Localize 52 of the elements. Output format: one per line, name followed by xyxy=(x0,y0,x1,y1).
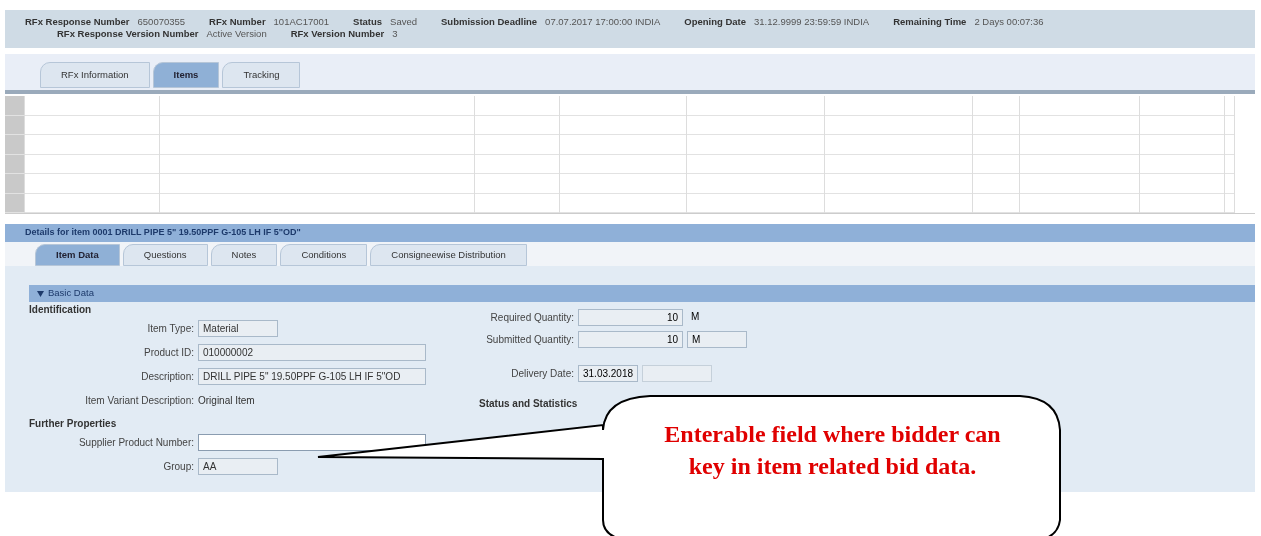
field-label: Item Type: xyxy=(146,321,194,336)
section-header[interactable]: Basic Data xyxy=(29,285,1255,302)
unit-field: M xyxy=(687,308,704,326)
tab[interactable]: Items xyxy=(152,62,220,88)
header-label: Remaining Time xyxy=(893,16,967,28)
header-value: 650070355 xyxy=(137,16,186,28)
field-label: Group: xyxy=(162,459,194,474)
callout-text: Enterable field where bidder can key in item related bid data. xyxy=(663,420,1002,481)
input-field[interactable]: Material xyxy=(198,319,278,337)
expand-icon xyxy=(37,290,44,297)
input-field[interactable]: AA xyxy=(198,457,278,475)
header-label: Status xyxy=(353,16,383,28)
field-label: Delivery Date: xyxy=(510,366,574,381)
header-value: 31.12.9999 23:59:59 INDIA xyxy=(754,16,870,28)
date-field[interactable]: 31.03.2018 xyxy=(578,364,638,382)
tab[interactable]: Tracking xyxy=(222,62,301,88)
field-value: Original Item xyxy=(198,393,255,408)
header-value: Saved xyxy=(390,16,418,28)
tab[interactable]: RFx Information xyxy=(40,62,150,88)
tab[interactable]: Notes xyxy=(210,244,278,266)
header-label: RFx Version Number xyxy=(290,28,385,40)
tab[interactable]: Questions xyxy=(122,244,208,266)
group-title: Further Properties xyxy=(29,417,118,430)
details-title: Details for item 0001 DRILL PIPE 5" 19.50PPF G-105 LH IF 5"OD" xyxy=(25,226,301,240)
field-label: Item Variant Description: xyxy=(84,393,194,408)
tab[interactable]: Conditions xyxy=(280,244,368,266)
header-label: RFx Response Version Number xyxy=(57,28,199,40)
header-value: 101AC17001 xyxy=(273,16,330,28)
header-label: Submission Deadline xyxy=(441,16,538,28)
input-field[interactable]: 10 xyxy=(578,308,683,326)
header-value: 2 Days 00:07:36 xyxy=(974,16,1044,28)
field-label: Description: xyxy=(140,369,194,384)
header-label: RFx Response Number xyxy=(25,16,130,28)
field-label: Submitted Quantity: xyxy=(485,332,574,347)
input-field[interactable] xyxy=(198,433,426,451)
group-title: Status and Statistics xyxy=(479,397,579,411)
header-value: 07.07.2017 17:00:00 INDIA xyxy=(545,16,661,28)
header-label: Opening Date xyxy=(684,16,747,28)
group-title: Identification xyxy=(29,303,93,316)
header-value: Active Version xyxy=(206,28,267,40)
input-field[interactable]: 010000002 xyxy=(198,343,426,361)
header-value: 3 xyxy=(392,28,398,40)
time-field xyxy=(642,364,712,382)
tab[interactable]: Item Data xyxy=(35,244,120,266)
input-field[interactable]: DRILL PIPE 5" 19.50PPF G-105 LH IF 5"OD xyxy=(198,367,426,385)
tab[interactable]: Consigneewise Distribution xyxy=(370,244,527,266)
unit-field: M xyxy=(687,330,747,348)
field-label: Product ID: xyxy=(142,345,194,360)
field-label: Required Quantity: xyxy=(489,310,574,325)
header-label: RFx Number xyxy=(209,16,266,28)
field-label: Supplier Product Number: xyxy=(77,435,194,450)
input-field[interactable]: 10 xyxy=(578,330,683,348)
